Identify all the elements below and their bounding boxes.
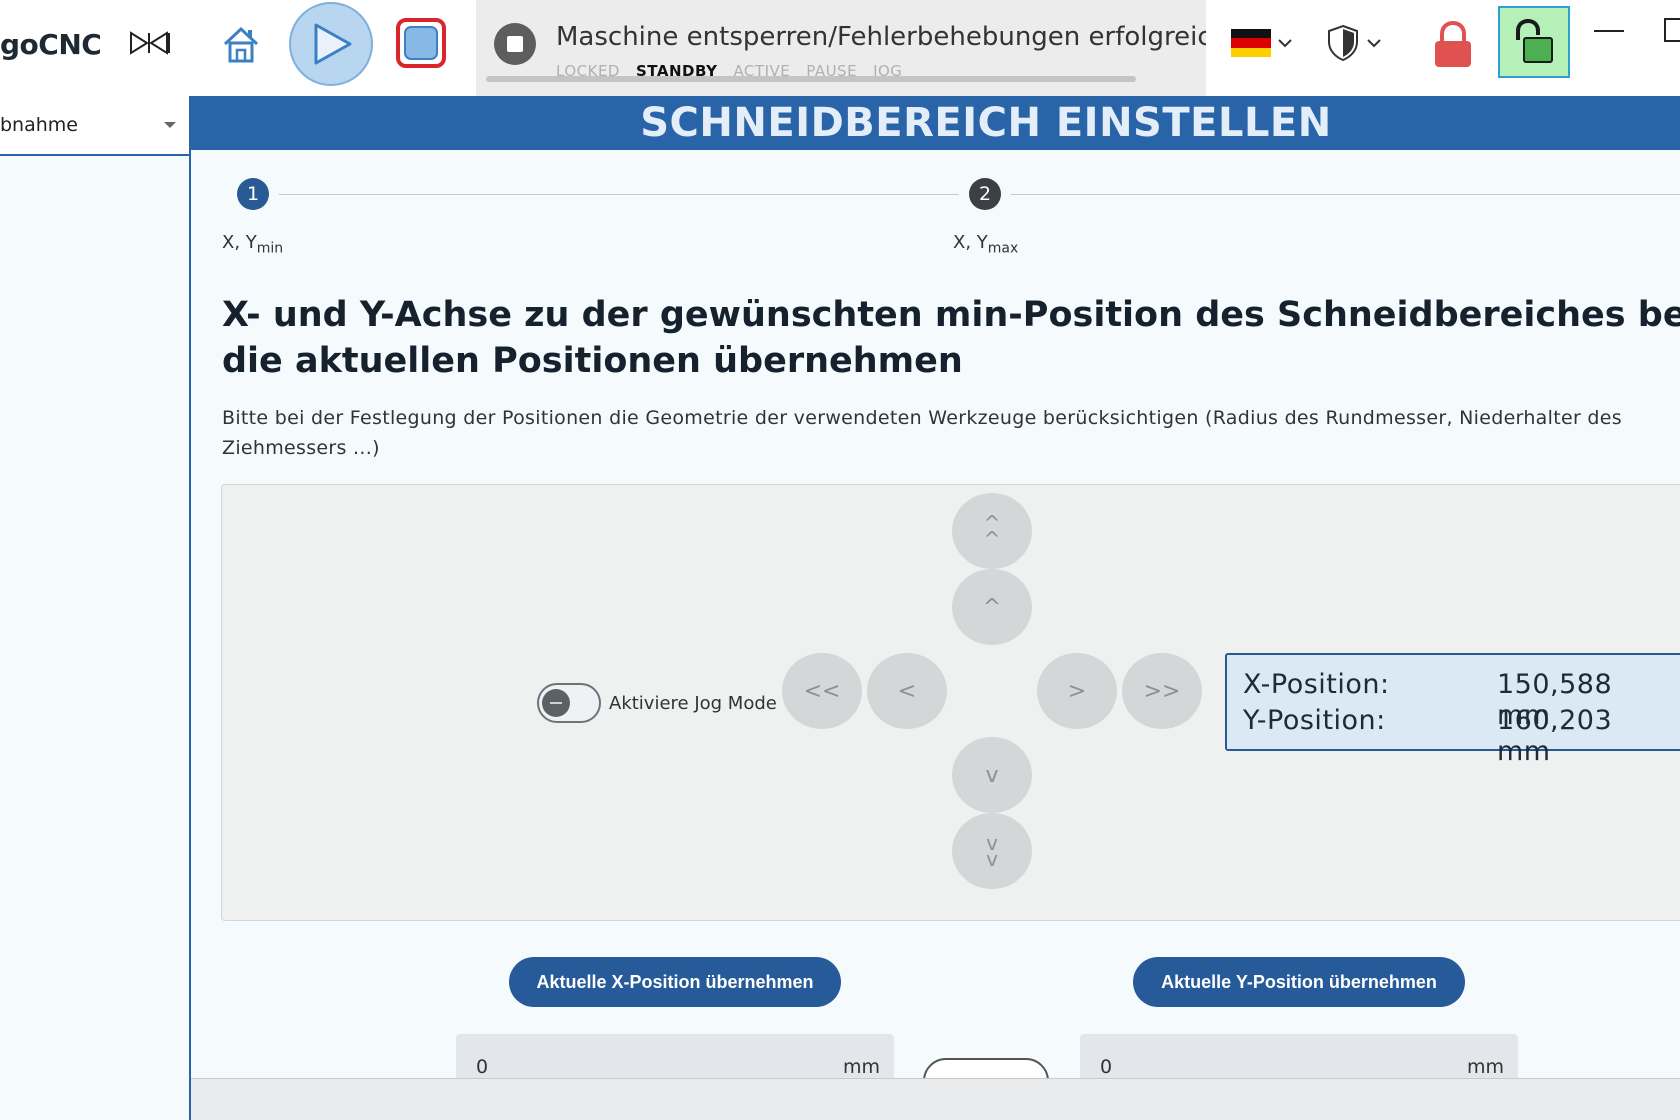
x-position-label: X-Position:: [1243, 669, 1390, 700]
jog-x-minus-button[interactable]: <: [867, 653, 947, 729]
position-readout: X-Position: 150,588 mm Y-Position: 160,2…: [1225, 653, 1680, 767]
y-min-unit: mm: [1466, 1056, 1504, 1078]
step-connector: [1011, 194, 1680, 195]
step-connector: [279, 194, 959, 195]
jog-y-plus-fast-button[interactable]: ^ ^: [952, 493, 1032, 569]
content-area: 1 2 X, Ymin X, Ymax X- und Y-Achse zu de…: [191, 0, 1680, 1078]
x-position-row: X-Position: 150,588 mm: [1243, 669, 1663, 731]
step-2-label: X, Ymax: [953, 232, 1019, 257]
y-min-value: 0: [1100, 1056, 1113, 1078]
skip-icon: [130, 31, 170, 55]
step-1-label: X, Ymin: [222, 232, 284, 257]
x-min-value: 0: [476, 1056, 489, 1078]
skip-button[interactable]: [124, 22, 176, 64]
x-min-field[interactable]: 0 mm: [456, 1034, 894, 1078]
jog-y-minus-button[interactable]: v: [952, 737, 1032, 813]
sidebar: bnahme: [0, 96, 191, 1120]
jog-x-minus-fast-button[interactable]: <<: [782, 653, 862, 729]
app-name: goCNC: [0, 28, 102, 61]
jog-panel: ^ ^ ^ Aktiviere Jog Mode << < > >> v vv X…: [221, 484, 1680, 921]
instruction-description: Bitte bei der Festlegung der Positionen …: [222, 407, 1622, 459]
step-2-indicator[interactable]: 2: [969, 178, 1001, 210]
take-x-position-button[interactable]: Aktuelle X-Position übernehmen: [509, 957, 841, 1007]
jog-y-plus-button[interactable]: ^: [952, 569, 1032, 645]
jog-x-plus-button[interactable]: >: [1037, 653, 1117, 729]
bottom-bar: [191, 1078, 1680, 1120]
y-position-label: Y-Position:: [1243, 705, 1386, 736]
caret-down-icon: [164, 122, 176, 128]
reset-button[interactable]: [923, 1058, 1049, 1078]
instruction-heading: X- und Y-Achse zu der gewünschten min-Po…: [222, 295, 1680, 381]
jog-mode-toggle[interactable]: [537, 683, 601, 723]
take-y-position-button[interactable]: Aktuelle Y-Position übernehmen: [1133, 957, 1465, 1007]
y-position-value: 160,203 mm: [1497, 705, 1613, 767]
jog-mode-toggle-group: Aktiviere Jog Mode: [537, 683, 777, 723]
sidebar-dropdown[interactable]: bnahme: [0, 96, 189, 156]
jog-x-plus-fast-button[interactable]: >>: [1122, 653, 1202, 729]
jog-mode-label: Aktiviere Jog Mode: [609, 692, 777, 714]
step-1-indicator[interactable]: 1: [237, 178, 269, 210]
x-min-unit: mm: [842, 1056, 880, 1078]
sidebar-dropdown-value: bnahme: [0, 114, 78, 136]
y-min-field[interactable]: 0 mm: [1080, 1034, 1518, 1078]
y-position-row: Y-Position: 160,203 mm: [1243, 705, 1663, 767]
minus-icon: [542, 689, 570, 717]
jog-y-minus-fast-button[interactable]: vv: [952, 813, 1032, 889]
